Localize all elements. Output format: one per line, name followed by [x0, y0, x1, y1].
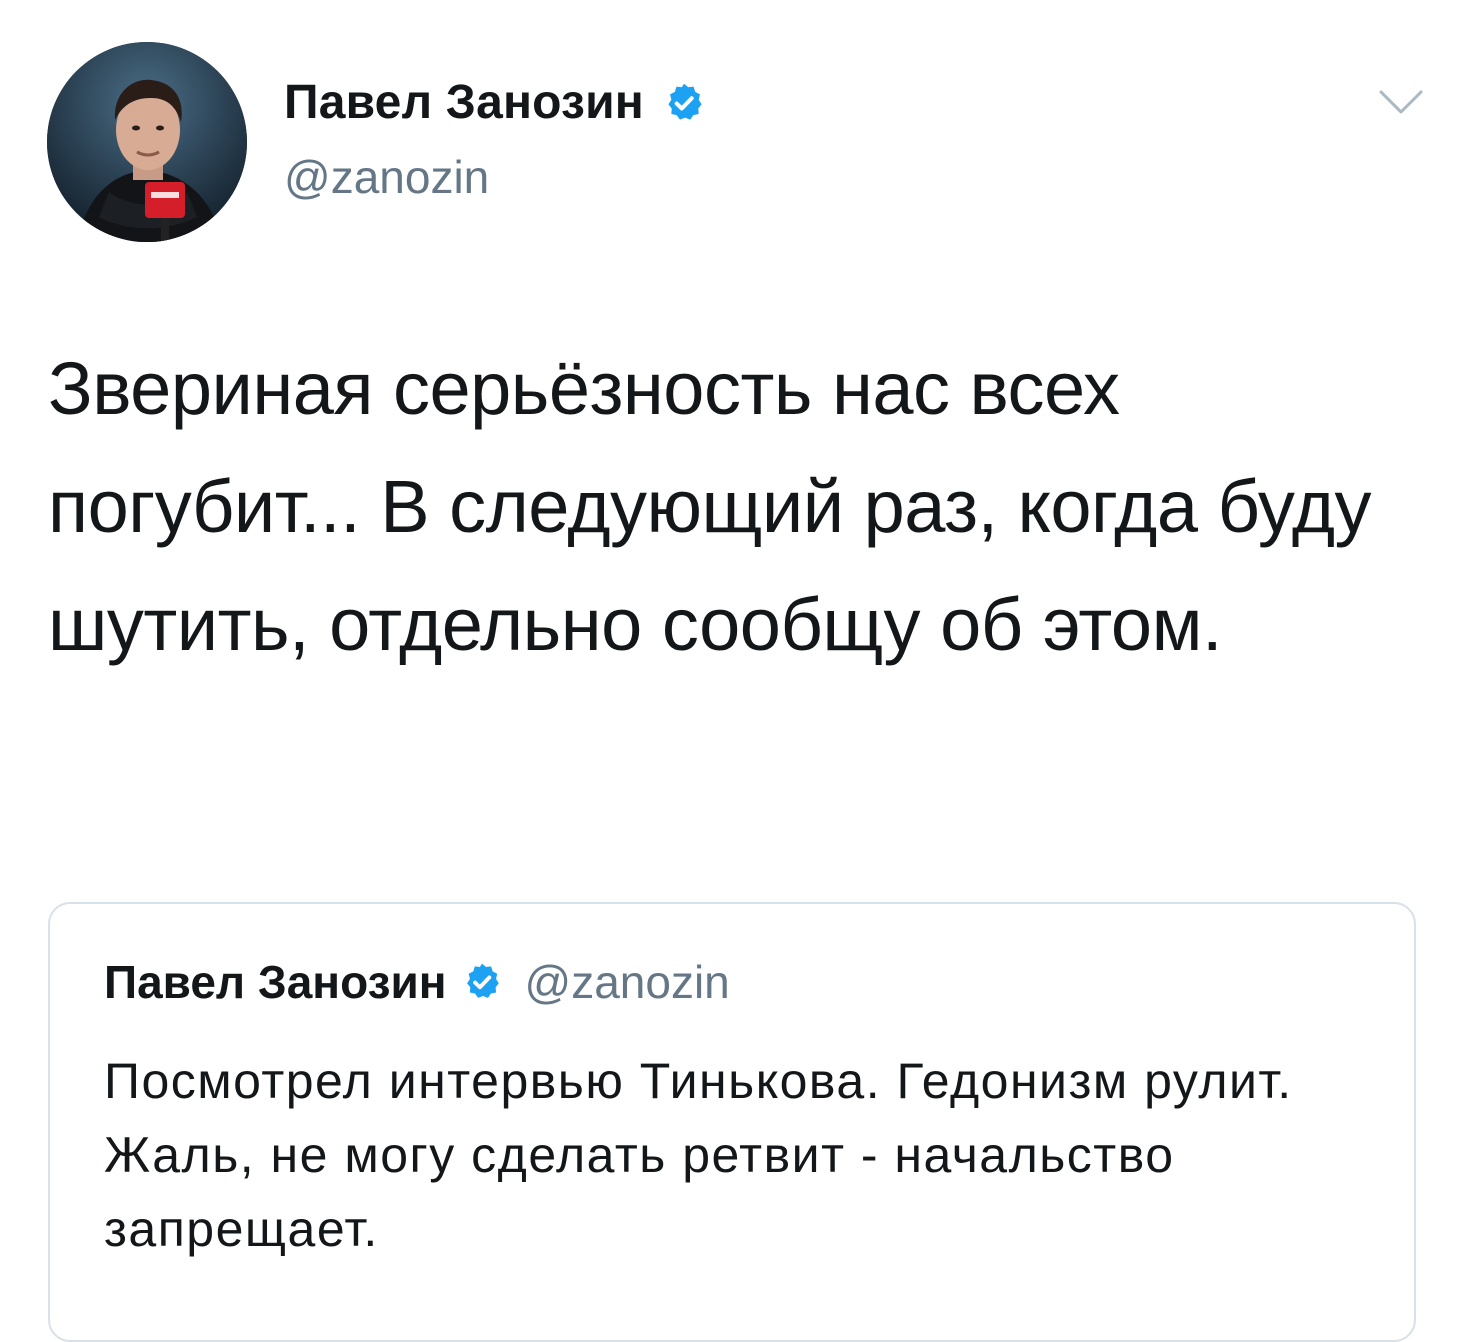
- author-display-name[interactable]: Павел Занозин: [284, 72, 644, 134]
- tweet-card: Павел Занозин @zanozin Звериная серьёзно…: [0, 0, 1460, 1342]
- tweet-text: Звериная серьёзность нас всех погубит...…: [48, 347, 1372, 666]
- chevron-down-icon[interactable]: [1378, 88, 1424, 118]
- avatar-photo: [47, 42, 247, 242]
- author-handle[interactable]: @zanozin: [284, 146, 706, 208]
- quoted-author-display-name: Павел Занозин: [104, 956, 447, 1008]
- author-block[interactable]: Павел Занозин @zanozin: [284, 72, 706, 208]
- quoted-tweet[interactable]: Павел Занозин @zanozin Посмотрел интервь…: [48, 902, 1416, 1342]
- author-name-row: Павел Занозин: [284, 72, 706, 134]
- quoted-tweet-header: Павел Занозин @zanozin: [104, 952, 730, 1012]
- verified-badge-icon: [662, 81, 706, 125]
- quoted-author-handle: @zanozin: [524, 956, 730, 1008]
- author-avatar[interactable]: [47, 42, 247, 242]
- quoted-tweet-text: Посмотрел интервью Тинькова. Гедонизм ру…: [104, 1053, 1293, 1257]
- verified-badge-icon: [461, 961, 503, 1003]
